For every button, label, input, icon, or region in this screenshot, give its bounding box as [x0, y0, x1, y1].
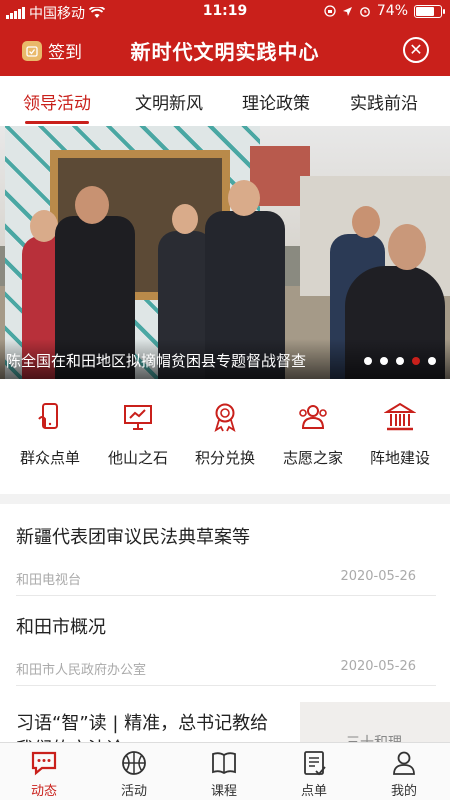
- carousel-dot[interactable]: [396, 357, 404, 365]
- banner-person-head: [352, 206, 380, 238]
- battery-percent: 74%: [376, 3, 408, 19]
- nav-label: 课程: [210, 784, 237, 799]
- nav-item-dynamics[interactable]: 动态: [9, 749, 79, 799]
- nav-label: 动态: [30, 784, 57, 799]
- banner-person-head: [388, 224, 426, 270]
- quick-action-label: 他山之石: [107, 449, 168, 467]
- quick-action-volunteers[interactable]: 志愿之家: [268, 401, 358, 468]
- status-bar: 中国移动 11:19 74%: [0, 0, 450, 24]
- quick-action-label: 志愿之家: [282, 449, 343, 467]
- quick-action-label: 群众点单: [19, 449, 80, 467]
- chat-icon: [31, 751, 57, 776]
- close-button[interactable]: ✕: [403, 37, 429, 63]
- volunteers-icon: [299, 405, 327, 429]
- category-tabs: 领导活动 文明新风 理论政策 实践前沿: [0, 76, 450, 126]
- tab-label: 实践前沿: [350, 94, 418, 114]
- clipboard-icon: [304, 751, 326, 776]
- news-separator: [16, 595, 436, 596]
- status-right: 74%: [324, 3, 445, 19]
- battery-icon: [414, 4, 445, 18]
- basketball-icon: [122, 751, 146, 775]
- news-source: 和田电视台: [16, 573, 82, 588]
- news-source: 和田市人民政府办公室: [16, 663, 147, 678]
- tab-label: 领导活动: [23, 94, 91, 114]
- news-title: 和田市概况: [16, 617, 106, 638]
- news-title: 新疆代表团审议民法典草案等: [16, 527, 250, 548]
- nav-item-courses[interactable]: 课程: [189, 749, 259, 799]
- news-item[interactable]: 新疆代表团审议民法典草案等 和田电视台 2020-05-26: [16, 523, 436, 588]
- page-title: 新时代文明实践中心: [130, 40, 320, 64]
- quick-action-order[interactable]: 群众点单: [5, 401, 95, 468]
- news-date: 2020-05-26: [340, 659, 416, 674]
- quick-actions: 群众点单 他山之石 积分兑换 志愿之家 阵地建设: [0, 379, 450, 494]
- banner-person-head: [172, 204, 198, 234]
- banner-person-head: [30, 210, 58, 242]
- active-tab-indicator: [25, 121, 89, 124]
- news-meta: 和田市人民政府办公室 2020-05-26: [16, 659, 436, 678]
- banner-carousel[interactable]: 陈全国在和田地区拟摘帽贫困县专题督战督查: [0, 126, 450, 379]
- carousel-dot[interactable]: [428, 357, 436, 365]
- quick-action-points[interactable]: 积分兑换: [180, 401, 270, 468]
- tab-practice-frontier[interactable]: 实践前沿: [350, 89, 418, 114]
- app-header: 签到 新时代文明实践中心 ✕: [0, 24, 450, 76]
- quick-action-label: 阵地建设: [369, 449, 430, 467]
- section-divider: [0, 494, 450, 504]
- banner-caption: 陈全国在和田地区拟摘帽贫困县专题督战督查: [6, 352, 307, 370]
- nav-item-profile[interactable]: 我的: [369, 749, 439, 799]
- carousel-dot-active[interactable]: [412, 357, 420, 365]
- nav-label: 活动: [120, 784, 147, 799]
- quick-action-building[interactable]: 阵地建设: [355, 401, 445, 468]
- alarm-icon: [359, 7, 370, 17]
- news-item[interactable]: 和田市概况 和田市人民政府办公室 2020-05-26: [16, 613, 436, 678]
- tab-label: 理论政策: [242, 94, 310, 114]
- nav-item-orders[interactable]: 点单: [279, 749, 349, 799]
- building-icon: [384, 402, 416, 431]
- nav-label: 我的: [390, 784, 417, 799]
- award-medal-icon: [214, 403, 236, 432]
- tab-label: 文明新风: [135, 94, 203, 114]
- nav-item-activities[interactable]: 活动: [99, 749, 169, 799]
- quick-action-label: 积分兑换: [194, 449, 255, 467]
- news-meta: 和田电视台 2020-05-26: [16, 569, 436, 588]
- close-icon: ✕: [409, 40, 423, 59]
- user-icon: [393, 751, 415, 775]
- rotation-lock-icon: [324, 5, 336, 17]
- tab-theory-policy[interactable]: 理论政策: [242, 89, 310, 114]
- banner-person-head: [228, 180, 260, 216]
- book-icon: [212, 752, 236, 775]
- tab-civilization[interactable]: 文明新风: [135, 89, 203, 114]
- carousel-dots: [364, 357, 436, 365]
- location-icon: [342, 6, 352, 16]
- battery-fill: [416, 6, 434, 16]
- nav-label: 点单: [300, 784, 327, 799]
- quick-action-stones[interactable]: 他山之石: [93, 401, 183, 468]
- carousel-dot[interactable]: [380, 357, 388, 365]
- carousel-dot[interactable]: [364, 357, 372, 365]
- bottom-nav: 动态 活动 课程 点单 我的: [0, 742, 450, 800]
- banner-person-head: [75, 186, 109, 224]
- phone-order-icon: [38, 403, 58, 429]
- tab-leader-activities[interactable]: 领导活动: [23, 89, 91, 124]
- news-separator: [16, 685, 436, 686]
- news-date: 2020-05-26: [340, 569, 416, 584]
- presentation-board-icon: [124, 405, 152, 430]
